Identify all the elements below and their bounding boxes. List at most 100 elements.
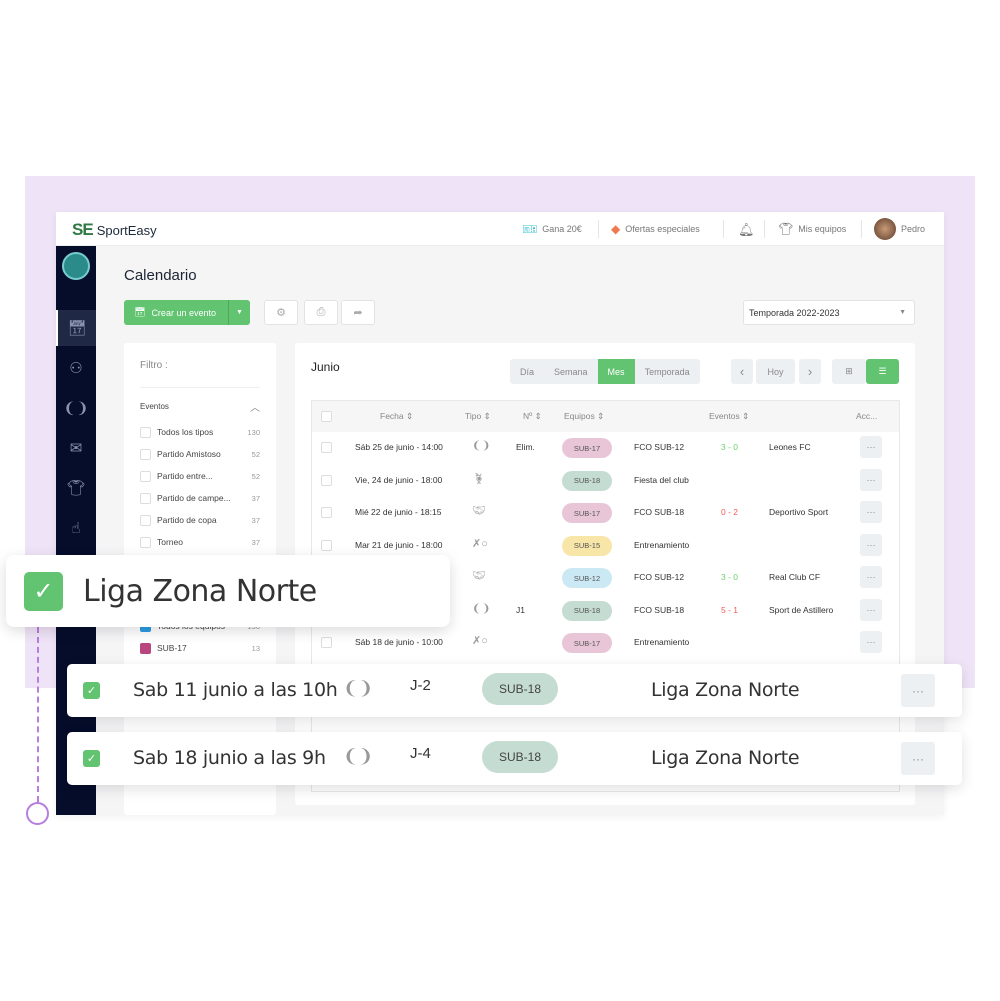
laurel-icon[interactable]: ❨❩ [56,390,96,426]
more-actions-button[interactable]: ··· [860,436,882,458]
team-badge: SUB-17 [562,438,612,458]
list-view-button[interactable]: ☰ [866,359,899,384]
calendar-icon[interactable]: 📅︎ [56,310,96,346]
opponent: Sport de Astillero [769,604,834,615]
opponent: Leones FC [769,442,811,452]
hand-user-icon[interactable]: ☝︎ [56,510,96,546]
filter-team-item[interactable]: SUB-17 13 [140,641,260,655]
tactics-icon: ✗○ [472,635,488,647]
col-tipo[interactable]: Tipo ⇕ [465,411,491,422]
col-num[interactable]: Nº ⇕ [523,411,542,422]
highlight-row-card[interactable]: ✓ Sab 18 junio a las 9h ❨❩ J-4 SUB-18 Li… [67,732,962,785]
row-checkbox[interactable] [321,539,332,551]
laurel-icon: ❨❩ [472,602,491,615]
view-switcher: Día Semana Mes Temporada [510,359,700,384]
shirt-icon[interactable]: 👕︎ [56,470,96,506]
team-badge: SUB-17 [562,633,612,653]
checkbox[interactable] [140,426,151,438]
user-menu[interactable]: Pedro [874,218,925,240]
drink-icon: 🍹︎ [472,472,486,485]
more-actions-button[interactable]: ··· [860,468,882,491]
team-color-checkbox[interactable] [140,642,151,654]
checkbox-checked[interactable]: ✓ [24,571,63,611]
filter-item[interactable]: Todos los tipos 130 [140,425,260,439]
tab-mes[interactable]: Mes [597,359,635,384]
opponent: Real Club CF [769,572,821,582]
highlight-competition-card[interactable]: ✓ Liga Zona Norte [6,555,450,627]
filter-item[interactable]: Partido de campe... 37 [140,491,260,505]
create-event-button[interactable]: 📅︎ Crear un evento ▼ [124,300,250,325]
checkbox[interactable] [140,470,151,482]
tag-icon: ◆ [611,222,621,236]
filter-item[interactable]: Partido de copa 37 [140,513,260,527]
table-row[interactable]: Sáb 18 de junio - 10:00 ✗○ SUB-17 Entren… [312,627,899,659]
filter-item[interactable]: Partido Amistoso 52 [140,447,260,461]
col-equipos[interactable]: Equipos ⇕ [564,411,604,422]
print-button[interactable]: ⎙ [304,300,338,325]
gear-icon: ⚙ [276,307,286,319]
checkbox-checked[interactable]: ✓ [83,682,100,699]
members-icon[interactable]: ⚇ [56,350,96,386]
tab-temporada[interactable]: Temporada [635,359,700,384]
more-actions-button[interactable]: ··· [901,742,935,775]
more-actions-button[interactable]: ··· [860,598,882,621]
chevron-up-icon[interactable]: ︿ [250,399,260,414]
logo[interactable]: SE SportEasy [72,220,157,240]
more-actions-button[interactable]: ··· [860,566,882,588]
score: 3 - 0 [721,442,739,452]
calendar-plus-icon: 📅︎ [134,307,146,317]
settings-button[interactable]: ⚙ [264,300,298,325]
row-checkbox[interactable] [321,637,332,648]
more-actions-button[interactable]: ··· [860,501,882,523]
prev-button[interactable]: ‹ [731,359,753,384]
filter-item[interactable]: Partido entre... 52 [140,469,260,483]
more-actions-button[interactable]: ··· [860,631,882,653]
chevron-down-icon: ▼ [899,309,906,316]
laurel-icon: ❨❩ [343,746,374,766]
team-badge: SUB-17 [562,503,612,523]
score: 0 - 2 [721,507,739,517]
row-checkbox[interactable] [321,507,332,518]
my-teams-link[interactable]: 👕︎ Mis equipos [778,222,846,236]
next-button[interactable]: › [799,359,821,384]
list-icon: ☰ [878,366,887,376]
club-badge[interactable] [62,252,90,280]
share-button[interactable]: ➦ [341,300,375,325]
tab-semana[interactable]: Semana [544,359,598,384]
team-badge: SUB-18 [562,470,612,491]
select-all-checkbox[interactable] [321,411,332,422]
checkbox[interactable] [140,492,151,504]
more-actions-button[interactable]: ··· [901,674,935,707]
col-eventos[interactable]: Eventos ⇕ [709,411,749,422]
score: 3 - 0 [721,572,739,582]
checkbox[interactable] [140,536,151,548]
checkbox-checked[interactable]: ✓ [83,750,100,767]
checkbox[interactable] [140,514,151,526]
handshake-icon: 🤝︎ [472,570,486,582]
table-row[interactable]: Sáb 25 de junio - 14:00 ❨❩ Elim. SUB-17 … [312,432,899,464]
more-actions-button[interactable]: ··· [860,533,882,556]
bell-icon[interactable]: 🔔︎ [738,222,755,238]
tab-dia[interactable]: Día [510,359,544,384]
row-checkbox[interactable] [321,474,332,486]
today-button[interactable]: Hoy [756,359,795,384]
timeline-node [26,802,49,825]
tactics-icon: ✗○ [472,537,488,550]
table-row[interactable]: Mié 22 de junio - 18:15 🤝︎ SUB-17 FCO SU… [312,497,899,529]
timeline-line [37,627,39,802]
avatar [874,218,896,240]
highlight-row-card[interactable]: ✓ Sab 11 junio a las 10h ❨❩ J-2 SUB-18 L… [67,664,962,717]
team-badge: SUB-15 [562,535,612,556]
table-row[interactable]: Vie, 24 de junio - 18:00 🍹︎ SUB-18 Fiest… [312,465,899,497]
row-checkbox[interactable] [321,442,332,453]
season-select[interactable]: Temporada 2022-2023 ▼ [743,300,915,325]
earn-link[interactable]: 🎫︎ Gana 20€ [522,222,582,236]
filter-item[interactable]: Torneo 37 [140,535,260,549]
col-fecha[interactable]: Fecha ⇕ [380,411,413,422]
create-dropdown-button[interactable]: ▼ [228,300,250,325]
grid-view-button[interactable]: ⊞ [832,359,866,384]
checkbox[interactable] [140,448,151,460]
mail-icon[interactable]: ✉ [56,430,96,466]
offers-link[interactable]: ◆ Ofertas especiales [611,222,700,236]
team-badge: SUB-12 [562,568,612,588]
